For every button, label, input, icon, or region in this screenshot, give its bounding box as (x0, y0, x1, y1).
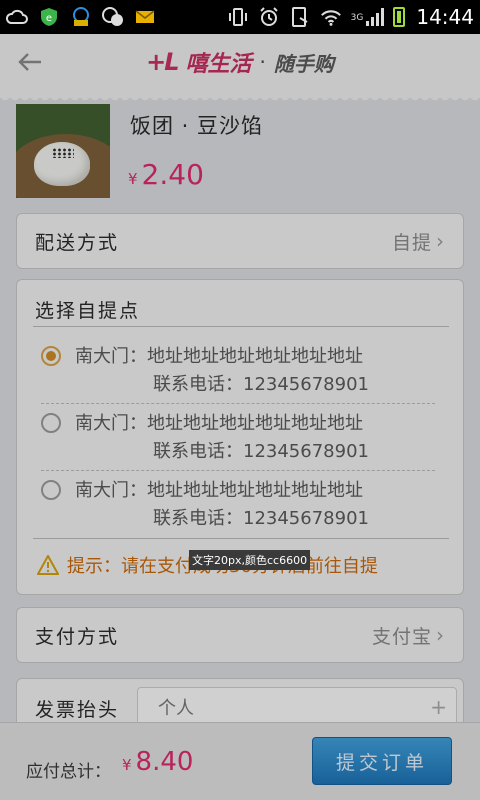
vibrate-icon (227, 6, 249, 28)
submit-order-button[interactable]: 提交订单 (312, 737, 452, 785)
brand-logo: +L (146, 48, 179, 76)
wechat-icon (102, 6, 124, 28)
pickup-option-address: 南大门：地址地址地址地址地址地址 (75, 413, 363, 434)
download-icon (70, 6, 92, 28)
payment-method-value: 支付宝 › (372, 622, 445, 649)
product-price: ¥2.40 (128, 158, 204, 191)
payment-method-label: 支付方式 (35, 625, 120, 648)
pickup-option-phone: 联系电话：12345678901 (153, 441, 369, 462)
delivery-method-text: 自提 (391, 231, 432, 254)
pickup-title: 选择自提点 (35, 300, 141, 322)
status-time: 14:44 (416, 5, 474, 29)
arrow-left-icon (18, 53, 41, 71)
battery-icon (393, 7, 406, 27)
checkout-footer: 应付总计： ¥8.40 提交订单 (0, 722, 480, 800)
radio-selected[interactable] (41, 346, 61, 366)
warning-icon (37, 554, 59, 576)
chevron-right-icon: › (436, 229, 445, 253)
delivery-method-label: 配送方式 (35, 231, 120, 254)
tip-text: 提示：请在支付成功30分钟后前往自提 文字20px,颜色cc6600 (67, 550, 378, 578)
alarm-icon (258, 6, 280, 28)
brand-separator: · (259, 50, 266, 74)
network-type: 3G (350, 13, 364, 23)
radio-unselected[interactable] (41, 480, 61, 500)
pickup-option[interactable]: 南大门：地址地址地址地址地址地址 联系电话：12345678901 (41, 405, 435, 471)
design-annotation: 文字20px,颜色cc6600 (189, 550, 311, 570)
shield-icon: e (38, 6, 60, 28)
signal-icon (366, 8, 385, 26)
status-bar: e 3G 14:44 (0, 0, 480, 34)
total-label: 应付总计： (26, 762, 111, 782)
divider (33, 326, 449, 327)
currency-symbol: ¥ (122, 756, 132, 774)
divider (33, 538, 449, 539)
app-header: +L 嘻生活 · 随手购 (0, 34, 480, 90)
screenshot-icon (289, 6, 311, 28)
total-value: 8.40 (135, 747, 194, 777)
pickup-tip: 提示：请在支付成功30分钟后前往自提 文字20px,颜色cc6600 (37, 548, 449, 582)
product-image (16, 104, 110, 198)
pickup-option-address: 南大门：地址地址地址地址地址地址 (75, 480, 363, 501)
delivery-method-row[interactable]: 配送方式 自提 › (16, 213, 464, 269)
invoice-label: 发票抬头 (35, 699, 120, 721)
plus-icon[interactable]: + (430, 695, 447, 719)
header-edge (0, 90, 480, 102)
svg-text:e: e (46, 13, 52, 24)
radio-unselected[interactable] (41, 413, 61, 433)
product-name: 饭团 · 豆沙馅 (130, 114, 264, 138)
delivery-method-value: 自提 › (392, 228, 445, 255)
pickup-option-address: 南大门：地址地址地址地址地址地址 (75, 346, 363, 367)
pickup-option-phone: 联系电话：12345678901 (153, 374, 369, 395)
wifi-icon (320, 6, 342, 28)
pickup-point-card: 选择自提点 南大门：地址地址地址地址地址地址 联系电话：12345678901 … (16, 279, 464, 595)
pickup-option[interactable]: 南大门：地址地址地址地址地址地址 联系电话：12345678901 (41, 472, 435, 538)
total-price: ¥8.40 (122, 747, 193, 777)
chevron-right-icon: › (436, 623, 445, 647)
back-button[interactable] (12, 44, 48, 80)
payment-method-row[interactable]: 支付方式 支付宝 › (16, 607, 464, 663)
brand: +L 嘻生活 · 随手购 (146, 46, 334, 78)
brand-name: 嘻生活 (185, 51, 252, 77)
currency-symbol: ¥ (128, 170, 138, 188)
brand-subtitle: 随手购 (273, 51, 334, 76)
product-price-value: 2.40 (141, 158, 204, 191)
cloud-icon (6, 6, 28, 28)
pickup-option-phone: 联系电话：12345678901 (153, 508, 369, 529)
product-summary: 饭团 · 豆沙馅 ¥2.40 (16, 104, 464, 204)
pickup-option[interactable]: 南大门：地址地址地址地址地址地址 联系电话：12345678901 (41, 338, 435, 404)
mail-icon (134, 6, 156, 28)
payment-method-text: 支付宝 (371, 625, 432, 648)
